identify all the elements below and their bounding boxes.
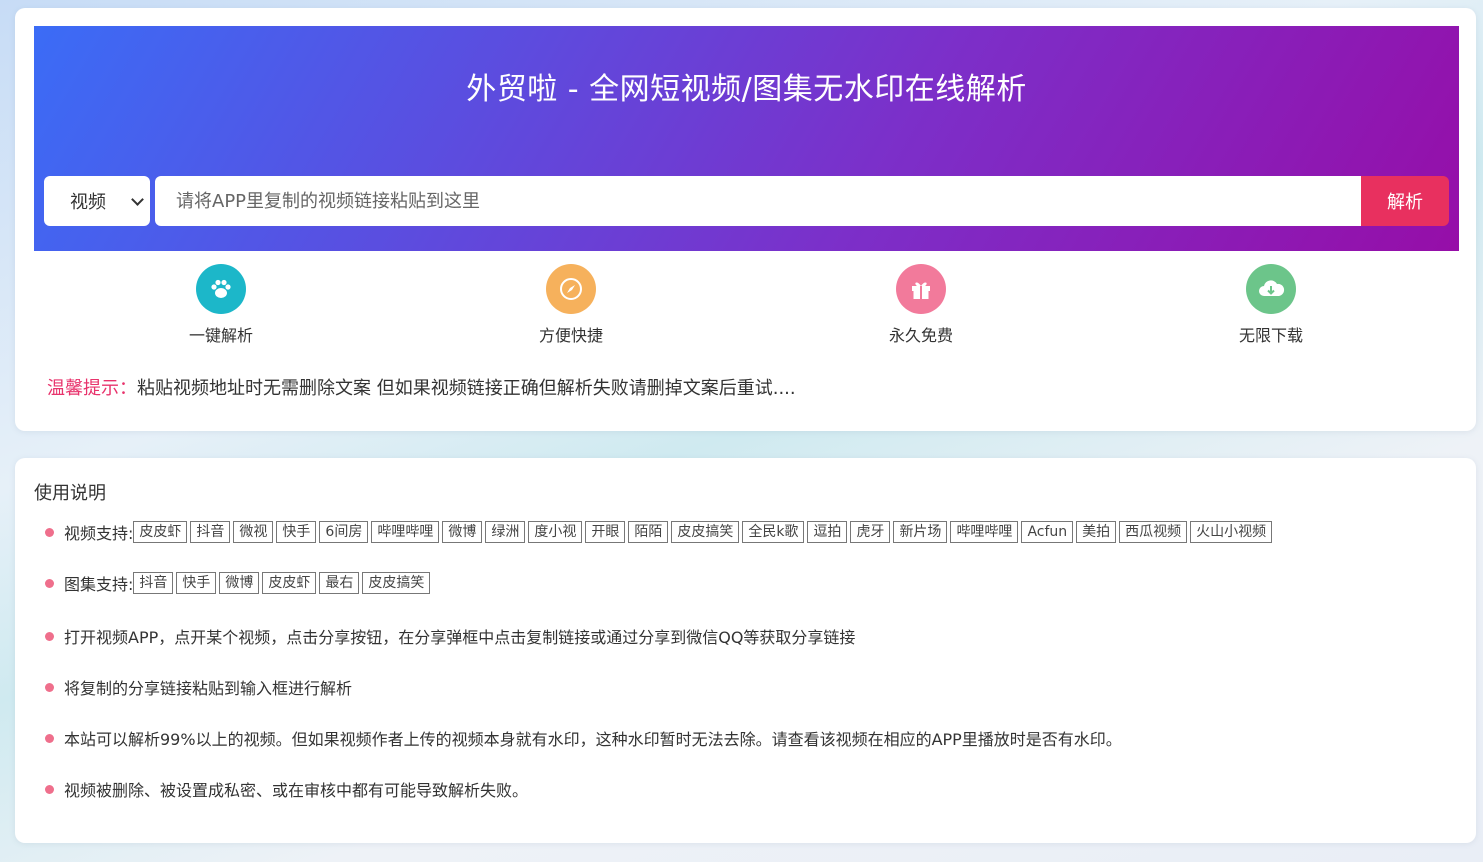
- album-support-row: 图集支持: 抖音 快手 微博 皮皮虾 最右 皮皮搞笑: [45, 571, 433, 595]
- platform-tag: 开眼: [585, 521, 626, 543]
- video-support-row: 视频支持: 皮皮虾 抖音 微视 快手 6间房 哔哩哔哩 微博 绿洲 度小视 开眼 陌陌 皮皮搞笑 全民k…: [45, 520, 1275, 544]
- video-support-label: 视频支持:: [64, 524, 134, 543]
- album-platform-tags: 抖音 快手 微博 皮皮虾 最右 皮皮搞笑: [133, 572, 433, 594]
- tip-label: 温馨提示：: [47, 378, 137, 399]
- platform-tag: 微博: [219, 572, 260, 594]
- usage-note: 打开视频APP，点开某个视频，点击分享按钮，在分享弹框中点击复制链接或通过分享到…: [45, 624, 855, 648]
- bullet-icon: [45, 578, 54, 588]
- platform-tag: 全民k歌: [742, 521, 805, 543]
- page-title: 外贸啦 - 全网短视频/图集无水印在线解析: [466, 72, 1027, 107]
- media-type-value: 视频: [70, 192, 106, 213]
- platform-tag: 抖音: [133, 572, 174, 594]
- url-input[interactable]: [155, 176, 1361, 226]
- gift-icon: [896, 264, 946, 314]
- paw-icon: [196, 264, 246, 314]
- tip-text: 温馨提示：粘贴视频地址时无需删除文案 但如果视频链接正确但解析失败请删掉文案后重…: [47, 374, 796, 400]
- platform-tag: Acfun: [1021, 521, 1074, 543]
- platform-tag: 哔哩哔哩: [371, 521, 440, 543]
- feature-label: 方便快捷: [538, 326, 603, 345]
- parser-card: 外贸啦 - 全网短视频/图集无水印在线解析 视频 解析 一键解析 方便: [15, 8, 1476, 431]
- feature-one-click: 一键解析: [141, 264, 301, 346]
- platform-tag: 新片场: [893, 521, 948, 543]
- platform-tag: 美拍: [1076, 521, 1117, 543]
- platform-tag: 快手: [276, 521, 317, 543]
- usage-card: 使用说明 视频支持: 皮皮虾 抖音 微视 快手 6间房 哔哩哔哩 微博 绿洲 度小视 开眼 陌陌 皮皮…: [15, 458, 1476, 843]
- chevron-down-icon: [131, 193, 144, 206]
- usage-title: 使用说明: [34, 483, 106, 504]
- feature-unlimited: 无限下载: [1191, 264, 1351, 346]
- usage-note-text: 视频被删除、被设置成私密、或在审核中都有可能导致解析失败。: [64, 781, 529, 800]
- platform-tag: 微博: [442, 521, 483, 543]
- platform-tag: 西瓜视频: [1119, 521, 1188, 543]
- platform-tag: 虎牙: [850, 521, 891, 543]
- platform-tag: 哔哩哔哩: [950, 521, 1019, 543]
- usage-note-text: 本站可以解析99%以上的视频。但如果视频作者上传的视频本身就有水印，这种水印暂时…: [64, 730, 1122, 749]
- platform-tag: 皮皮搞笑: [671, 521, 740, 543]
- bullet-icon: [45, 527, 54, 537]
- bullet-icon: [45, 682, 54, 692]
- platform-tag: 6间房: [319, 521, 369, 543]
- usage-note-text: 将复制的分享链接粘贴到输入框进行解析: [64, 679, 353, 698]
- platform-tag: 皮皮虾: [133, 521, 188, 543]
- usage-note: 视频被删除、被设置成私密、或在审核中都有可能导致解析失败。: [45, 777, 528, 801]
- platform-tag: 皮皮虾: [262, 572, 317, 594]
- bullet-icon: [45, 631, 54, 641]
- video-platform-tags: 皮皮虾 抖音 微视 快手 6间房 哔哩哔哩 微博 绿洲 度小视 开眼 陌陌 皮皮搞笑 全民k歌 逗拍 虎牙新…: [133, 521, 1275, 543]
- platform-tag: 火山小视频: [1190, 521, 1273, 543]
- platform-tag: 皮皮搞笑: [362, 572, 431, 594]
- feature-label: 永久免费: [888, 326, 953, 345]
- cloud-download-icon: [1246, 264, 1296, 314]
- platform-tag: 最右: [319, 572, 360, 594]
- feature-label: 无限下载: [1238, 326, 1303, 345]
- platform-tag: 度小视: [528, 521, 583, 543]
- platform-tag: 快手: [176, 572, 217, 594]
- album-support-label: 图集支持:: [64, 575, 134, 594]
- hero-banner: 外贸啦 - 全网短视频/图集无水印在线解析 视频 解析: [34, 26, 1459, 251]
- bullet-icon: [45, 733, 54, 743]
- platform-tag: 绿洲: [485, 521, 526, 543]
- usage-note-text: 打开视频APP，点开某个视频，点击分享按钮，在分享弹框中点击复制链接或通过分享到…: [64, 628, 856, 647]
- feature-label: 一键解析: [188, 326, 253, 345]
- platform-tag: 微视: [233, 521, 274, 543]
- feature-free: 永久免费: [841, 264, 1001, 346]
- usage-note: 将复制的分享链接粘贴到输入框进行解析: [45, 675, 352, 699]
- platform-tag: 逗拍: [807, 521, 848, 543]
- platform-tag: 陌陌: [628, 521, 669, 543]
- compass-icon: [546, 264, 596, 314]
- media-type-select[interactable]: 视频: [44, 176, 150, 226]
- bullet-icon: [45, 784, 54, 794]
- usage-note: 本站可以解析99%以上的视频。但如果视频作者上传的视频本身就有水印，这种水印暂时…: [45, 726, 1122, 750]
- platform-tag: 抖音: [190, 521, 231, 543]
- feature-convenient: 方便快捷: [491, 264, 651, 346]
- parse-button[interactable]: 解析: [1361, 176, 1449, 226]
- tip-message: 粘贴视频地址时无需删除文案 但如果视频链接正确但解析失败请删掉文案后重试....: [137, 378, 796, 399]
